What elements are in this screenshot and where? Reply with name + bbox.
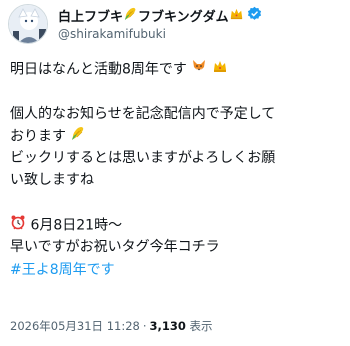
tweet-line: 明日はなんと活動8周年です [10, 58, 345, 80]
avatar[interactable] [8, 4, 48, 44]
tweet-line-text: 6月8日21時～ [30, 217, 123, 234]
hashtag-link[interactable]: #王よ8周年です [10, 262, 115, 278]
tweet-line-text: い致しますね [10, 172, 94, 189]
view-label: 表示 [189, 319, 213, 333]
tweet-line-text: 個人的なお知らせを記念配信内で予定して [10, 105, 276, 122]
display-name-suffix[interactable]: フブキングダム [138, 6, 229, 25]
tweet-line-text: 明日はなんと活動8周年です [10, 61, 187, 78]
crown-emoji [229, 6, 244, 25]
verified-badge-icon [247, 6, 262, 25]
corn-emoji [123, 6, 138, 25]
tweet-line: #王よ8周年です [10, 259, 345, 281]
tweet-line-text: 早いですがお祝いタグ今年コチラ [10, 239, 220, 256]
tweet-line: 6月8日21時～ [10, 214, 345, 236]
tweet-line: ビックリするとは思いますがよろしくお願 [10, 147, 345, 169]
tweet-text: 明日はなんと活動8周年です 個人的なお知らせを記念配信内で予定して おります ビ… [10, 58, 345, 281]
tweet-line-text: ビックリするとは思いますがよろしくお願 [10, 150, 276, 167]
display-name-row[interactable]: 白上フブキ フブキングダム [58, 6, 262, 25]
tweet-line: 早いですがお祝いタグ今年コチラ [10, 236, 345, 258]
fox-emoji [191, 58, 207, 81]
tweet-header: 白上フブキ フブキングダム @shirakamifubuki [0, 0, 350, 56]
display-name[interactable]: 白上フブキ [58, 6, 123, 25]
corn-emoji [70, 125, 86, 148]
user-handle[interactable]: @shirakamifubuki [58, 27, 166, 41]
alarm-clock-emoji [10, 214, 26, 237]
meta-separator: · [142, 319, 147, 333]
tweet-line: 個人的なお知らせを記念配信内で予定して [10, 103, 345, 125]
crown-emoji [212, 58, 228, 81]
tweet-line: おります [10, 125, 345, 147]
tweet-line-text: おります [10, 128, 66, 145]
tweet-meta: 2026年05月31日 11:28 · 3,130 表示 [10, 318, 213, 334]
view-count: 3,130 [149, 319, 186, 333]
timestamp[interactable]: 2026年05月31日 11:28 [10, 319, 140, 333]
tweet-line: い致しますね [10, 169, 345, 191]
